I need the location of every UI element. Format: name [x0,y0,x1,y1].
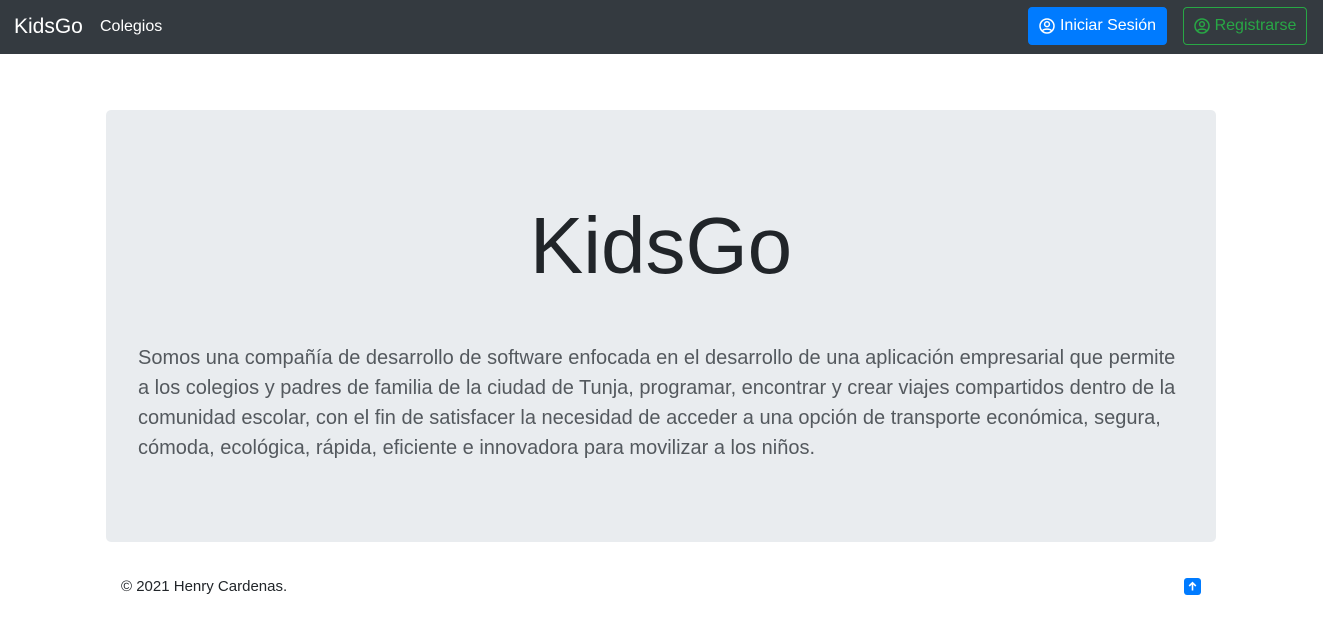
login-button[interactable]: Iniciar Sesión [1028,7,1167,45]
hero-description: Somos una compañía de desarrollo de soft… [138,347,1176,459]
user-circle-icon [1039,18,1055,34]
footer-copyright: © 2021 Henry Cardenas. [121,578,288,595]
register-button-label: Registrarse [1214,17,1297,34]
nav-link-colegios[interactable]: Colegios [100,15,162,39]
brand-link[interactable]: KidsGo [14,13,83,41]
back-to-top-button[interactable] [1184,578,1201,595]
top-navbar: KidsGo Colegios Iniciar Sesión Registrar… [0,0,1323,54]
hero-title: KidsGo [529,201,793,290]
register-button[interactable]: Registrarse [1183,7,1307,45]
arrow-up-icon [1188,581,1197,591]
hero-jumbotron: KidsGo Somos una compañía de desarrollo … [106,110,1216,542]
user-circle-icon [1193,18,1210,34]
login-button-label: Iniciar Sesión [1059,17,1157,34]
